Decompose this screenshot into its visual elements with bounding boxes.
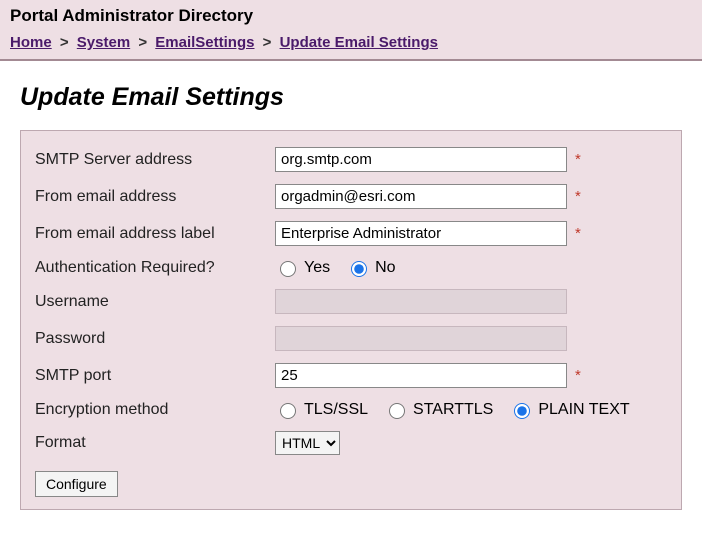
label-smtp-server: SMTP Server address xyxy=(35,151,275,169)
label-from-email: From email address xyxy=(35,188,275,206)
row-format: Format HTML xyxy=(35,431,667,455)
radio-auth-yes-text: Yes xyxy=(304,259,330,277)
label-auth-required: Authentication Required? xyxy=(35,259,275,277)
breadcrumb-current: Update Email Settings xyxy=(280,34,438,51)
breadcrumb-system[interactable]: System xyxy=(77,34,130,51)
radio-starttls-text: STARTTLS xyxy=(413,401,493,419)
label-username: Username xyxy=(35,293,275,311)
form-box: SMTP Server address * From email address… xyxy=(20,130,682,510)
radio-tls-text: TLS/SSL xyxy=(304,401,368,419)
input-username xyxy=(275,289,567,314)
label-password: Password xyxy=(35,330,275,348)
radio-auth-no-label[interactable]: No xyxy=(346,258,395,277)
page-title: Update Email Settings xyxy=(20,83,682,112)
select-format[interactable]: HTML xyxy=(275,431,340,455)
label-from-label: From email address label xyxy=(35,225,275,243)
row-from-email: From email address * xyxy=(35,184,667,209)
breadcrumb-sep: > xyxy=(263,34,272,51)
radio-plain-text: PLAIN TEXT xyxy=(538,401,629,419)
radio-plain-label[interactable]: PLAIN TEXT xyxy=(509,400,629,419)
label-smtp-port: SMTP port xyxy=(35,367,275,385)
row-smtp-port: SMTP port * xyxy=(35,363,667,388)
app-title: Portal Administrator Directory xyxy=(10,0,692,32)
breadcrumb-home[interactable]: Home xyxy=(10,34,52,51)
radio-tls[interactable] xyxy=(280,403,296,419)
breadcrumb: Home > System > EmailSettings > Update E… xyxy=(10,32,692,53)
radio-auth-yes[interactable] xyxy=(280,261,296,277)
input-from-email[interactable] xyxy=(275,184,567,209)
breadcrumb-email-settings[interactable]: EmailSettings xyxy=(155,34,254,51)
breadcrumb-sep: > xyxy=(60,34,69,51)
radio-tls-label[interactable]: TLS/SSL xyxy=(275,400,368,419)
radio-auth-no[interactable] xyxy=(351,261,367,277)
radio-plain[interactable] xyxy=(514,403,530,419)
row-smtp-server: SMTP Server address * xyxy=(35,147,667,172)
input-smtp-port[interactable] xyxy=(275,363,567,388)
row-auth-required: Authentication Required? Yes No xyxy=(35,258,667,277)
required-marker: * xyxy=(575,367,581,384)
input-from-label[interactable] xyxy=(275,221,567,246)
required-marker: * xyxy=(575,225,581,242)
radio-auth-yes-label[interactable]: Yes xyxy=(275,258,330,277)
radio-auth-no-text: No xyxy=(375,259,395,277)
input-password xyxy=(275,326,567,351)
row-password: Password xyxy=(35,326,667,351)
required-marker: * xyxy=(575,188,581,205)
breadcrumb-sep: > xyxy=(138,34,147,51)
input-smtp-server[interactable] xyxy=(275,147,567,172)
radio-starttls-label[interactable]: STARTTLS xyxy=(384,400,493,419)
label-format: Format xyxy=(35,434,275,452)
radio-starttls[interactable] xyxy=(389,403,405,419)
configure-button[interactable]: Configure xyxy=(35,471,118,497)
required-marker: * xyxy=(575,151,581,168)
label-encryption: Encryption method xyxy=(35,401,275,419)
header-region: Portal Administrator Directory Home > Sy… xyxy=(0,0,702,61)
row-username: Username xyxy=(35,289,667,314)
row-from-label: From email address label * xyxy=(35,221,667,246)
main-content: Update Email Settings SMTP Server addres… xyxy=(0,61,702,530)
row-encryption: Encryption method TLS/SSL STARTTLS PLAIN… xyxy=(35,400,667,419)
